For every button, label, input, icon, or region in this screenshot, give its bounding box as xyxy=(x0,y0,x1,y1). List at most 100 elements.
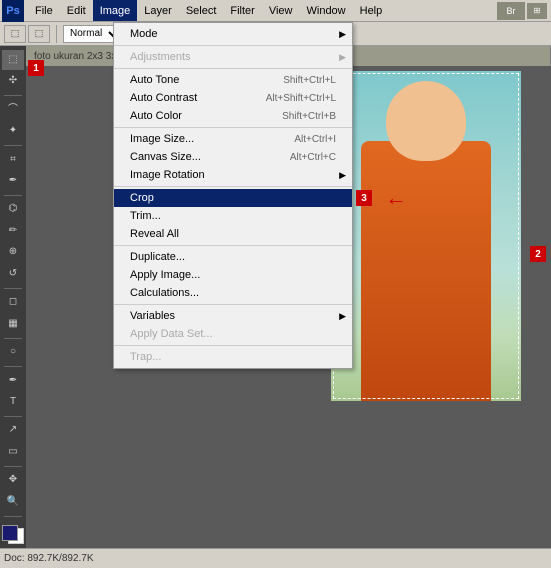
selection-icon-2: ⬚ xyxy=(35,28,44,39)
menu-item-variables[interactable]: Variables ▶ xyxy=(114,307,352,325)
mode-arrow: ▶ xyxy=(339,29,346,40)
shape-icon: ▭ xyxy=(8,447,17,457)
menu-section-variables: Variables ▶ Apply Data Set... xyxy=(114,305,352,346)
menu-section-crop: Crop 3 ← Trim... Reveal All xyxy=(114,187,352,246)
tool-clone[interactable]: ⊕ xyxy=(2,243,24,263)
ps-logo: Ps xyxy=(2,0,24,22)
menu-edit[interactable]: Edit xyxy=(60,0,93,21)
person-head xyxy=(386,81,466,161)
photo-container xyxy=(331,71,521,401)
brush-icon: ✏ xyxy=(9,226,17,236)
tool-move[interactable]: ✣ xyxy=(2,72,24,92)
menu-item-image-size[interactable]: Image Size... Alt+Ctrl+I xyxy=(114,130,352,148)
marquee-icon: ⬚ xyxy=(8,55,17,65)
tool-hand[interactable]: ✥ xyxy=(2,471,24,491)
foreground-color[interactable] xyxy=(2,525,18,541)
tool-eyedropper[interactable]: ✒ xyxy=(2,171,24,191)
workspace-button[interactable]: ⊞ xyxy=(527,3,547,19)
menu-items: File Edit Image Layer Select Filter View… xyxy=(28,0,389,21)
separator-6 xyxy=(4,366,22,367)
crop-label: Crop xyxy=(130,192,154,204)
selection-option-1[interactable]: ⬚ xyxy=(4,25,26,43)
tool-history-brush[interactable]: ↺ xyxy=(2,264,24,284)
pen-icon: ✒ xyxy=(9,376,17,386)
canvas-size-label: Canvas Size... xyxy=(130,151,201,163)
menu-image[interactable]: Image xyxy=(93,0,138,21)
menu-item-adjustments[interactable]: Adjustments ▶ xyxy=(114,48,352,66)
menu-select[interactable]: Select xyxy=(179,0,224,21)
menu-item-trim[interactable]: Trim... xyxy=(114,207,352,225)
menu-item-auto-tone[interactable]: Auto Tone Shift+Ctrl+L xyxy=(114,71,352,89)
indicator-1: 1 xyxy=(28,60,44,76)
divider-1 xyxy=(56,25,57,43)
adjustments-arrow: ▶ xyxy=(339,52,346,63)
tool-dodge[interactable]: ○ xyxy=(2,342,24,362)
tool-crop[interactable]: ⌗ xyxy=(2,150,24,170)
auto-color-label: Auto Color xyxy=(130,110,182,122)
mode-label: Mode xyxy=(130,28,158,40)
red-arrow-crop: ← xyxy=(385,185,407,211)
auto-color-shortcut: Shift+Ctrl+B xyxy=(282,111,336,122)
tool-marquee[interactable]: ⬚ xyxy=(2,50,24,70)
toolbar: 1 ⬚ ✣ ⌒ ✦ ⌗ ✒ ⌬ ✏ ⊕ ↺ xyxy=(0,46,26,548)
menu-item-auto-contrast[interactable]: Auto Contrast Alt+Shift+Ctrl+L xyxy=(114,89,352,107)
tool-magic-wand[interactable]: ✦ xyxy=(2,121,24,141)
auto-tone-label: Auto Tone xyxy=(130,74,179,86)
menu-item-image-rotation[interactable]: Image Rotation ▶ xyxy=(114,166,352,184)
menu-item-apply-image[interactable]: Apply Image... xyxy=(114,266,352,284)
menu-window[interactable]: Window xyxy=(300,0,353,21)
separator-1 xyxy=(4,95,22,96)
menu-item-auto-color[interactable]: Auto Color Shift+Ctrl+B xyxy=(114,107,352,125)
menu-item-trap[interactable]: Trap... xyxy=(114,348,352,366)
type-icon: T xyxy=(10,397,16,407)
image-dropdown-menu: Mode ▶ Adjustments ▶ Auto Tone Shift+Ctr… xyxy=(113,22,353,369)
tool-pen[interactable]: ✒ xyxy=(2,371,24,391)
separator-4 xyxy=(4,288,22,289)
menu-section-size: Image Size... Alt+Ctrl+I Canvas Size... … xyxy=(114,128,352,187)
menu-item-crop[interactable]: Crop 3 ← xyxy=(114,189,352,207)
image-size-label: Image Size... xyxy=(130,133,194,145)
image-rotation-label: Image Rotation xyxy=(130,169,205,181)
tool-heal[interactable]: ⌬ xyxy=(2,200,24,220)
menu-item-calculations[interactable]: Calculations... xyxy=(114,284,352,302)
menu-bar: Ps File Edit Image Layer Select Filter V… xyxy=(0,0,551,22)
crop-icon: ⌗ xyxy=(10,155,16,165)
menu-view[interactable]: View xyxy=(262,0,300,21)
menu-item-mode[interactable]: Mode ▶ xyxy=(114,25,352,43)
eyedropper-icon: ✒ xyxy=(9,176,17,186)
trap-label: Trap... xyxy=(130,351,161,363)
bridge-button[interactable]: Br xyxy=(497,2,525,20)
separator-8 xyxy=(4,466,22,467)
menu-item-apply-data-set[interactable]: Apply Data Set... xyxy=(114,325,352,343)
menu-help[interactable]: Help xyxy=(353,0,390,21)
tool-lasso[interactable]: ⌒ xyxy=(2,100,24,120)
menu-item-duplicate[interactable]: Duplicate... xyxy=(114,248,352,266)
variables-label: Variables xyxy=(130,310,175,322)
tool-colors[interactable] xyxy=(2,525,24,545)
separator-2 xyxy=(4,145,22,146)
tool-brush[interactable]: ✏ xyxy=(2,221,24,241)
apply-image-label: Apply Image... xyxy=(130,269,200,281)
menu-item-reveal-all[interactable]: Reveal All xyxy=(114,225,352,243)
tool-eraser[interactable]: ◻ xyxy=(2,293,24,313)
menu-filter[interactable]: Filter xyxy=(223,0,261,21)
menu-item-canvas-size[interactable]: Canvas Size... Alt+Ctrl+C xyxy=(114,148,352,166)
clone-icon: ⊕ xyxy=(9,247,17,257)
person-body xyxy=(361,141,491,401)
menu-file[interactable]: File xyxy=(28,0,60,21)
menu-layer[interactable]: Layer xyxy=(137,0,179,21)
selection-tools: ⬚ ⬚ xyxy=(4,25,50,43)
menu-section-duplicate: Duplicate... Apply Image... Calculations… xyxy=(114,246,352,305)
indicator-2: 2 xyxy=(530,246,546,262)
selection-option-2[interactable]: ⬚ xyxy=(28,25,50,43)
tool-path-select[interactable]: ↗ xyxy=(2,421,24,441)
tool-zoom[interactable]: 🔍 xyxy=(2,492,24,512)
auto-contrast-label: Auto Contrast xyxy=(130,92,197,104)
eraser-icon: ◻ xyxy=(9,297,17,307)
calculations-label: Calculations... xyxy=(130,287,199,299)
selection-icon-1: ⬚ xyxy=(11,28,20,39)
separator-5 xyxy=(4,338,22,339)
tool-gradient[interactable]: ▦ xyxy=(2,314,24,334)
tool-type[interactable]: T xyxy=(2,392,24,412)
tool-shape[interactable]: ▭ xyxy=(2,442,24,462)
